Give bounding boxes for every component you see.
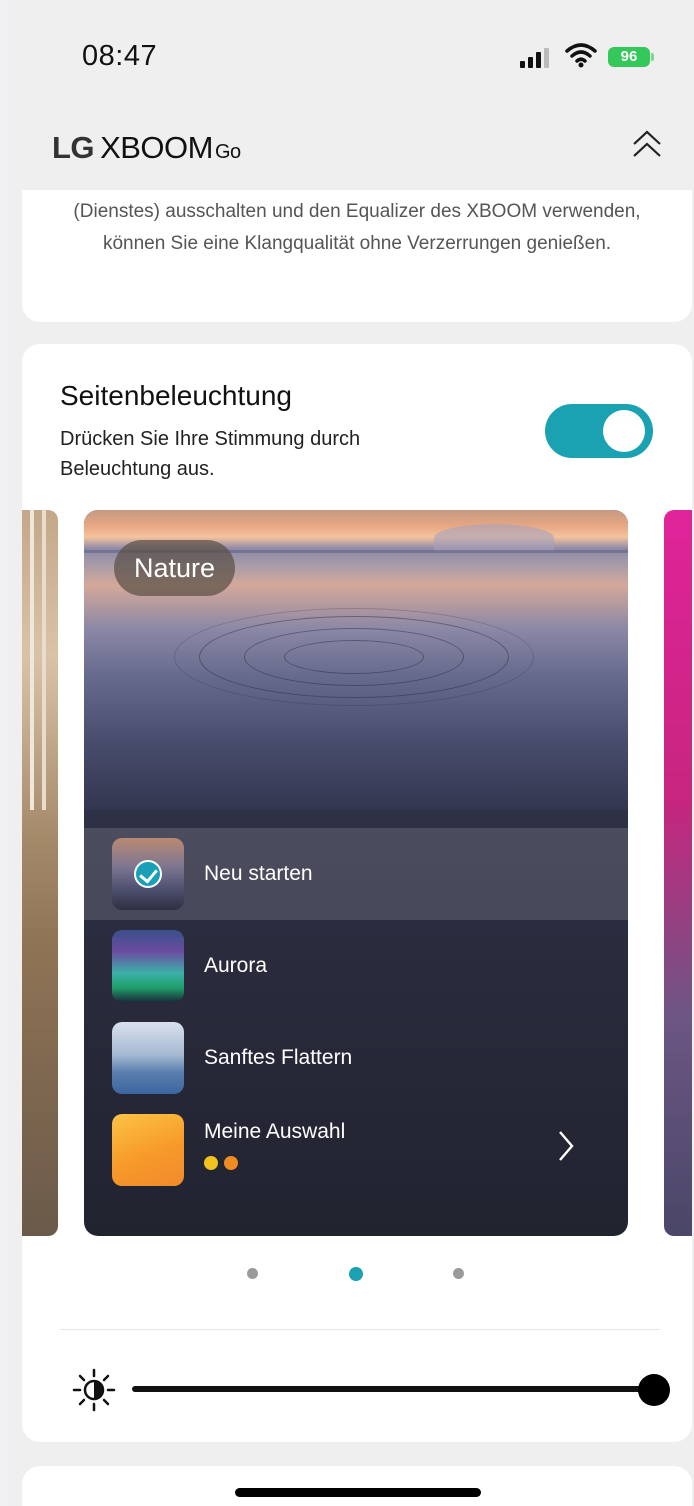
brand-xboom: XBOOM xyxy=(100,130,213,165)
battery-tip xyxy=(651,53,654,61)
pager-dot-active[interactable] xyxy=(349,1267,363,1281)
brightness-icon xyxy=(72,1368,116,1412)
equalizer-info-card: (Dienstes) ausschalten und den Equalizer… xyxy=(22,190,692,322)
brand-lg: LG xyxy=(52,130,95,165)
brightness-slider-thumb[interactable] xyxy=(638,1374,670,1406)
ripple xyxy=(174,608,534,706)
collapse-chevron-icon[interactable] xyxy=(630,126,664,166)
theme-item-sanftes-flattern[interactable]: Sanftes Flattern xyxy=(84,1012,628,1104)
pager-dot[interactable] xyxy=(453,1268,464,1279)
toggle-knob xyxy=(603,410,645,452)
equalizer-info-text: (Dienstes) ausschalten und den Equalizer… xyxy=(73,201,641,254)
theme-thumbnail xyxy=(112,930,184,1002)
theme-item-label: Sanftes Flattern xyxy=(204,1046,353,1069)
theme-card-nature: Nature Neu starten Aurora Sanftes Flatte… xyxy=(84,510,628,1236)
color-dot-orange xyxy=(224,1156,238,1170)
brightness-slider-track[interactable] xyxy=(132,1386,652,1392)
photo-cloud xyxy=(434,524,554,552)
nature-photo: Nature xyxy=(84,510,628,810)
side-lighting-toggle[interactable] xyxy=(545,404,653,458)
battery-indicator: 96 xyxy=(608,47,650,67)
theme-item-meine-auswahl[interactable]: Meine Auswahl xyxy=(84,1104,628,1196)
carousel-pager xyxy=(22,1267,692,1282)
cellular-signal-icon xyxy=(520,48,549,68)
checkmark-icon xyxy=(134,860,162,888)
divider xyxy=(60,1329,660,1330)
chevron-right-icon[interactable] xyxy=(554,1126,578,1166)
side-lighting-card: Seitenbeleuchtung Drücken Sie Ihre Stimm… xyxy=(22,344,692,1442)
carousel-next-card[interactable] xyxy=(664,510,692,1236)
theme-thumbnail xyxy=(112,1114,184,1186)
theme-item-label: Aurora xyxy=(204,954,268,977)
carousel-prev-card[interactable] xyxy=(22,510,58,1236)
theme-item-label: Meine Auswahl xyxy=(204,1120,346,1143)
pager-dot[interactable] xyxy=(247,1268,258,1279)
color-dot-yellow xyxy=(204,1156,218,1170)
app-screen: 08:47 96 LG XBOOM Go (Dienstes) ausschalte… xyxy=(10,0,694,1506)
theme-item-aurora[interactable]: Aurora xyxy=(84,920,628,1012)
theme-item-label: Neu starten xyxy=(204,862,313,885)
color-dots xyxy=(204,1156,244,1175)
status-time: 08:47 xyxy=(82,40,158,72)
theme-thumbnail xyxy=(112,838,184,910)
theme-list: Neu starten Aurora Sanftes Flattern Mein… xyxy=(84,828,628,1196)
next-section-card xyxy=(22,1466,692,1506)
brand-go: Go xyxy=(214,141,241,163)
side-lighting-title: Seitenbeleuchtung xyxy=(60,380,292,411)
wifi-icon xyxy=(565,43,597,68)
home-indicator[interactable] xyxy=(235,1488,481,1497)
category-badge: Nature xyxy=(114,540,236,596)
app-header: LG XBOOM Go xyxy=(10,110,694,190)
status-bar: 08:47 96 xyxy=(10,0,694,110)
side-lighting-description: Drücken Sie Ihre Stimmung durch Beleucht… xyxy=(60,428,361,480)
theme-item-neu-starten[interactable]: Neu starten xyxy=(84,828,628,920)
brand-logo: LG XBOOM Go xyxy=(52,130,241,166)
theme-thumbnail xyxy=(112,1022,184,1094)
